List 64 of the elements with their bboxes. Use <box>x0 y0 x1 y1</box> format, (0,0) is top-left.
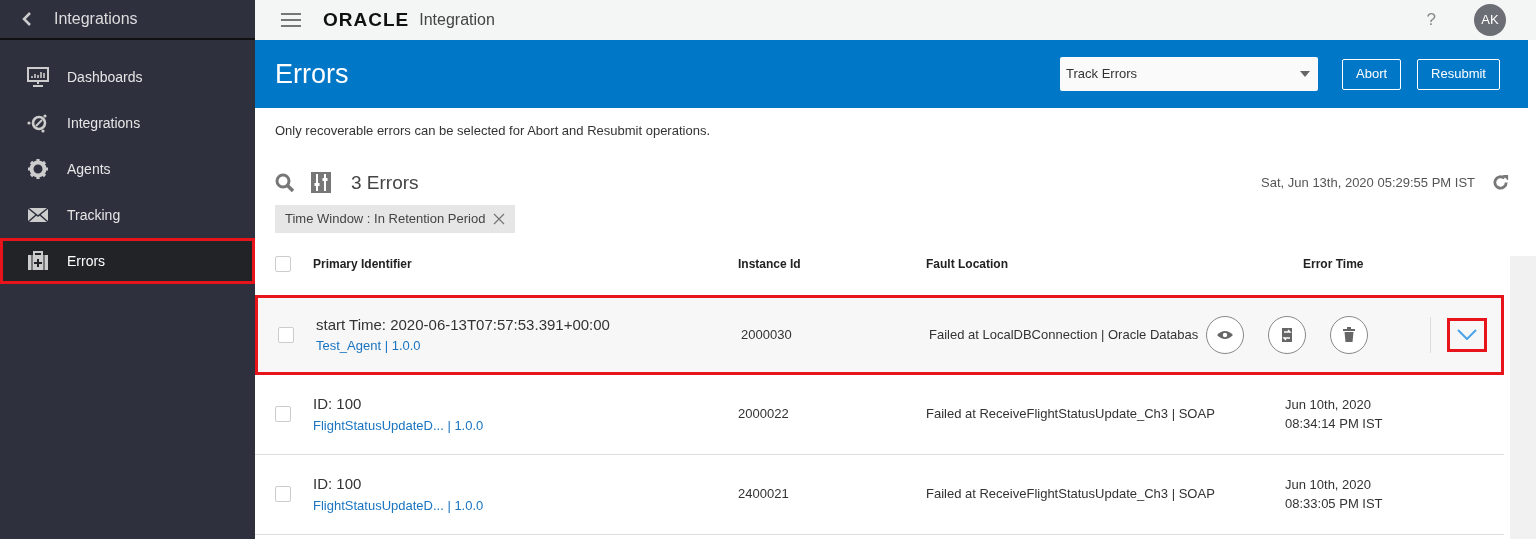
table-cell-text: Failed at ReceiveFlightStatusUpdate_Ch3 | SOAP <box>926 485 1216 504</box>
column-header: Fault Location <box>926 255 1009 273</box>
column-header: Error Time <box>1302 255 1365 273</box>
error-filter-select[interactable]: Track Errors <box>1060 57 1318 91</box>
refresh-icon[interactable] <box>1491 173 1510 193</box>
eye-icon <box>1217 329 1234 340</box>
error-count: 3 Errors <box>351 170 419 195</box>
filter-chip: Time Window : In Retention Period <box>275 205 516 233</box>
integration-link[interactable]: Test_Agent | 1.0.0 <box>316 336 741 356</box>
table-row[interactable]: ID: 100 FlightStatusUpdateD... | 1.0.0 2000022 Failed at ReceiveFlightStatusUpdate_Ch3 | SOAP Jun 10th, 2020 08:34:14 PM IST <box>255 374 1504 455</box>
table-row[interactable]: start Time: 2020-06-13T07:57:53.391+00:00 Test_Agent | 1.0.0 2000030 Failed at LocalDBConnection | Oracle Databas <box>255 294 1504 375</box>
sidebar-item[interactable]: Errors <box>0 238 255 284</box>
back-icon[interactable] <box>22 11 32 27</box>
primary-identifier: ID: 100 <box>313 394 363 414</box>
view-button[interactable] <box>1206 315 1245 354</box>
column-header: Primary Identifier <box>313 255 413 273</box>
filter-icon[interactable] <box>311 172 331 194</box>
primary-identifier: ID: 100 <box>313 474 363 494</box>
sidebar-item[interactable]: Dashboards <box>0 54 255 100</box>
timestamp: Sat, Jun 13th, 2020 05:29:55 PM IST <box>1261 174 1475 192</box>
error-time: 08:34:14 PM IST <box>1285 415 1384 433</box>
error-time: Jun 10th, 2020 <box>1285 395 1373 414</box>
menu-icon[interactable] <box>281 13 301 27</box>
notice-text: Only recoverable errors can be selected for Abort and Resubmit operations. <box>275 122 711 140</box>
product-name: Integration <box>419 10 495 30</box>
gear-icon <box>27 158 49 180</box>
table-cell-text: 2000030 <box>741 325 793 344</box>
error-time: 08:33:05 PM IST <box>1285 495 1384 513</box>
row-checkbox[interactable] <box>275 486 291 502</box>
chevron-down-icon <box>1457 329 1477 340</box>
action-button[interactable]: Abort <box>1342 58 1402 90</box>
resubmit-icon <box>1281 326 1294 343</box>
integration-icon <box>27 113 49 133</box>
sidebar-item[interactable]: Tracking <box>0 192 255 238</box>
trash-icon <box>1343 327 1356 342</box>
table-cell-text: 2400021 <box>738 485 790 504</box>
table-row[interactable]: ID: 100 FlightStatusUpdateD... | 1.0.0 2400021 Failed at ReceiveFlightStatusUpdate_Ch3 | SOAP Jun 10th, 2020 08:33:05 PM IST <box>255 454 1504 535</box>
primary-identifier: start Time: 2020-06-13T07:57:53.391+00:00 <box>316 314 611 335</box>
error-time: Jun 10th, 2020 <box>1285 475 1373 494</box>
row-checkbox[interactable] <box>278 326 294 343</box>
table-cell-text: 2000022 <box>738 405 790 424</box>
table-cell-text: Failed at LocalDBConnection | Oracle Databas <box>929 325 1199 344</box>
resubmit-button[interactable] <box>1268 315 1307 354</box>
integration-link[interactable]: FlightStatusUpdateD... | 1.0.0 <box>313 415 738 435</box>
action-button[interactable]: Resubmit <box>1417 58 1500 90</box>
select-all-checkbox[interactable] <box>275 255 291 272</box>
logo: ORACLE <box>323 7 410 32</box>
sidebar-item[interactable]: Integrations <box>0 100 255 146</box>
page-title: Errors <box>275 57 349 91</box>
monitor-icon <box>27 67 49 87</box>
sidebar-title: Integrations <box>54 9 138 29</box>
envelope-icon <box>27 207 49 223</box>
dropdown-caret-icon <box>1300 71 1310 77</box>
delete-button[interactable] <box>1330 315 1369 354</box>
expand-button[interactable] <box>1447 317 1487 352</box>
user-avatar[interactable]: AK <box>1474 4 1506 36</box>
column-header: Instance Id <box>738 255 802 273</box>
table-cell-text: Failed at ReceiveFlightStatusUpdate_Ch3 | SOAP <box>926 405 1216 424</box>
medical-kit-icon <box>27 251 49 271</box>
row-checkbox[interactable] <box>275 406 291 422</box>
sidebar-item[interactable]: Agents <box>0 146 255 192</box>
integration-link[interactable]: FlightStatusUpdateD... | 1.0.0 <box>313 495 738 515</box>
close-icon[interactable] <box>493 212 506 225</box>
search-icon[interactable] <box>275 172 295 193</box>
